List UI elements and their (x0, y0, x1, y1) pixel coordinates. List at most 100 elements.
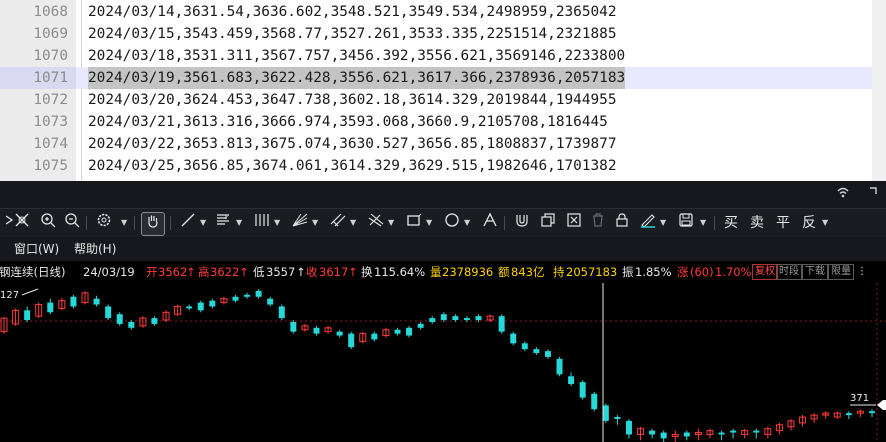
chevron-down-icon[interactable]: ▼ (388, 218, 394, 228)
vertical-scrollbar[interactable] (872, 0, 886, 181)
amount-label: 额 (498, 265, 510, 279)
corner-resize-icon[interactable] (864, 185, 882, 203)
editor-line[interactable]: 1068 2024/03/14,3631.54,3636.602,3548.52… (0, 1, 886, 23)
chevron-down-icon[interactable]: ▼ (700, 218, 706, 228)
adjust-button[interactable]: 复权 (752, 264, 778, 280)
line-text[interactable]: 2024/03/14,3631.54,3636.602,3548.521,354… (88, 1, 617, 23)
more-icon[interactable]: ⋮ (857, 261, 867, 283)
menu-bar: 窗口(W) 帮助(H) (0, 237, 886, 261)
pen-color-icon[interactable] (638, 212, 658, 234)
zoom-out-icon[interactable] (62, 212, 82, 234)
candle-body-down (568, 376, 575, 385)
line-number: 1071 (0, 67, 76, 89)
chevron-down-icon[interactable]: ▼ (426, 218, 432, 228)
candle-body-down (336, 331, 343, 336)
candlestick-chart[interactable]: 127 371 (0, 283, 886, 442)
trash-icon[interactable] (588, 212, 608, 234)
text-tool-icon[interactable] (480, 212, 500, 234)
text-editor[interactable]: 1068 2024/03/14,3631.54,3636.602,3548.52… (0, 0, 886, 181)
lock-icon[interactable] (612, 212, 632, 234)
line-text[interactable]: 2024/03/25,3656.85,3674.061,3614.329,362… (88, 155, 617, 177)
chevron-down-icon[interactable]: ▼ (200, 218, 206, 228)
line-text[interactable]: 2024/03/18,3531.311,3567.757,3456.392,35… (88, 45, 625, 67)
chevron-down-icon[interactable]: ▼ (660, 218, 666, 228)
editor-line[interactable]: 1074 2024/03/22,3653.813,3675.074,3630.5… (0, 133, 886, 155)
candle-body-down (730, 430, 737, 433)
editor-line[interactable]: 1075 2024/03/25,3656.85,3674.061,3614.32… (0, 155, 886, 177)
editor-line[interactable]: 1069 2024/03/15,3543.459,3568.77,3527.26… (0, 23, 886, 45)
candle-body-down (498, 316, 505, 332)
up-arrow-icon: ↑ (186, 265, 196, 279)
chevron-down-icon[interactable]: ▼ (312, 218, 318, 228)
candle-body-down (556, 358, 563, 375)
candle-body-down (869, 411, 875, 414)
magnet-icon[interactable] (512, 212, 532, 234)
editor-line-current[interactable]: 1071 2024/03/19,3561.683,3622.428,3556.6… (0, 67, 886, 89)
line-text[interactable]: 2024/03/22,3653.813,3675.074,3630.527,36… (88, 133, 617, 155)
chevron-down-icon[interactable]: ▼ (274, 218, 280, 228)
line-text[interactable]: 2024/03/20,3624.453,3647.738,3602.18,361… (88, 89, 617, 111)
volume-value: 2378936 (442, 265, 494, 279)
zoom-fit-icon[interactable] (12, 212, 32, 234)
price-pointer-line (21, 288, 39, 296)
download-button[interactable]: 下载 (802, 264, 828, 280)
wifi-signal-icon[interactable] (834, 185, 852, 203)
rectangle-tool-icon[interactable] (404, 212, 424, 234)
line-number: 1069 (33, 26, 68, 42)
candle-body-down (151, 318, 158, 324)
period-button[interactable]: 时段 (776, 264, 802, 280)
menu-help[interactable]: 帮助(H) (74, 237, 116, 261)
candle-body-down (579, 382, 586, 398)
chevron-down-icon[interactable]: ▼ (350, 218, 356, 228)
up-arrow-icon: ↑ (348, 265, 358, 279)
gear-icon[interactable] (94, 212, 114, 234)
candle-body-down (105, 306, 112, 319)
chevron-down-icon[interactable]: ▼ (236, 218, 242, 228)
line-text[interactable]: 2024/03/21,3613.316,3666.974,3593.068,36… (88, 111, 608, 133)
zoom-in-icon[interactable] (38, 212, 58, 234)
candle-body-down (116, 314, 123, 324)
chevron-down-icon[interactable]: ▼ (121, 218, 127, 228)
line-tool-icon[interactable] (178, 212, 198, 234)
delete-icon[interactable] (564, 212, 584, 234)
candle-body-down (70, 296, 77, 307)
candle-body-down (625, 420, 632, 435)
candle-body-down (845, 413, 852, 416)
line-text-selected[interactable]: 2024/03/19,3561.683,3622.428,3556.621,36… (88, 67, 626, 89)
menu-window[interactable]: 窗口(W) (14, 237, 59, 261)
candle-body-down (591, 393, 598, 410)
line-number: 1068 (33, 4, 68, 20)
save-icon[interactable] (676, 212, 696, 234)
line-number: 1070 (33, 48, 68, 64)
candle-body-down (197, 302, 204, 311)
candle-body-down (440, 314, 447, 321)
toolbar-divider (134, 216, 135, 230)
limit-button[interactable]: 限量 (828, 264, 854, 280)
close-position-button[interactable]: 平 (776, 212, 790, 234)
channel-icon[interactable] (328, 212, 348, 234)
candle-body-down (521, 343, 528, 350)
fib-lines-icon[interactable]: F (214, 212, 234, 234)
gann-icon[interactable] (366, 212, 386, 234)
amplitude-value: 1.85% (635, 265, 672, 279)
sell-button[interactable]: 卖 (750, 212, 764, 234)
hand-tool-icon[interactable] (141, 212, 165, 236)
line-text[interactable]: 2024/03/15,3543.459,3568.77,3527.261,353… (88, 23, 617, 45)
line-number: 1072 (33, 92, 68, 108)
chevron-down-icon[interactable]: ▼ (822, 218, 828, 228)
amplitude-label: 振 (622, 265, 634, 279)
chevron-down-icon[interactable]: ▼ (464, 218, 470, 228)
copy-icon[interactable] (538, 212, 558, 234)
reverse-position-button[interactable]: 反 (802, 212, 816, 234)
up-arrow-icon: ↑ (239, 265, 249, 279)
editor-line[interactable]: 1072 2024/03/20,3624.453,3647.738,3602.1… (0, 89, 886, 111)
editor-line[interactable]: 1073 2024/03/21,3613.316,3666.974,3593.0… (0, 111, 886, 133)
editor-line[interactable]: 1070 2024/03/18,3531.311,3567.757,3456.3… (0, 45, 886, 67)
buy-button[interactable]: 买 (724, 212, 738, 234)
open-interest-value: 2057183 (566, 265, 618, 279)
ellipse-tool-icon[interactable] (442, 212, 462, 234)
parallel-lines-icon[interactable] (252, 212, 272, 234)
fan-lines-icon[interactable] (290, 212, 310, 234)
turnover-value: 115.64% (374, 265, 426, 279)
candle-body-down (244, 294, 251, 297)
